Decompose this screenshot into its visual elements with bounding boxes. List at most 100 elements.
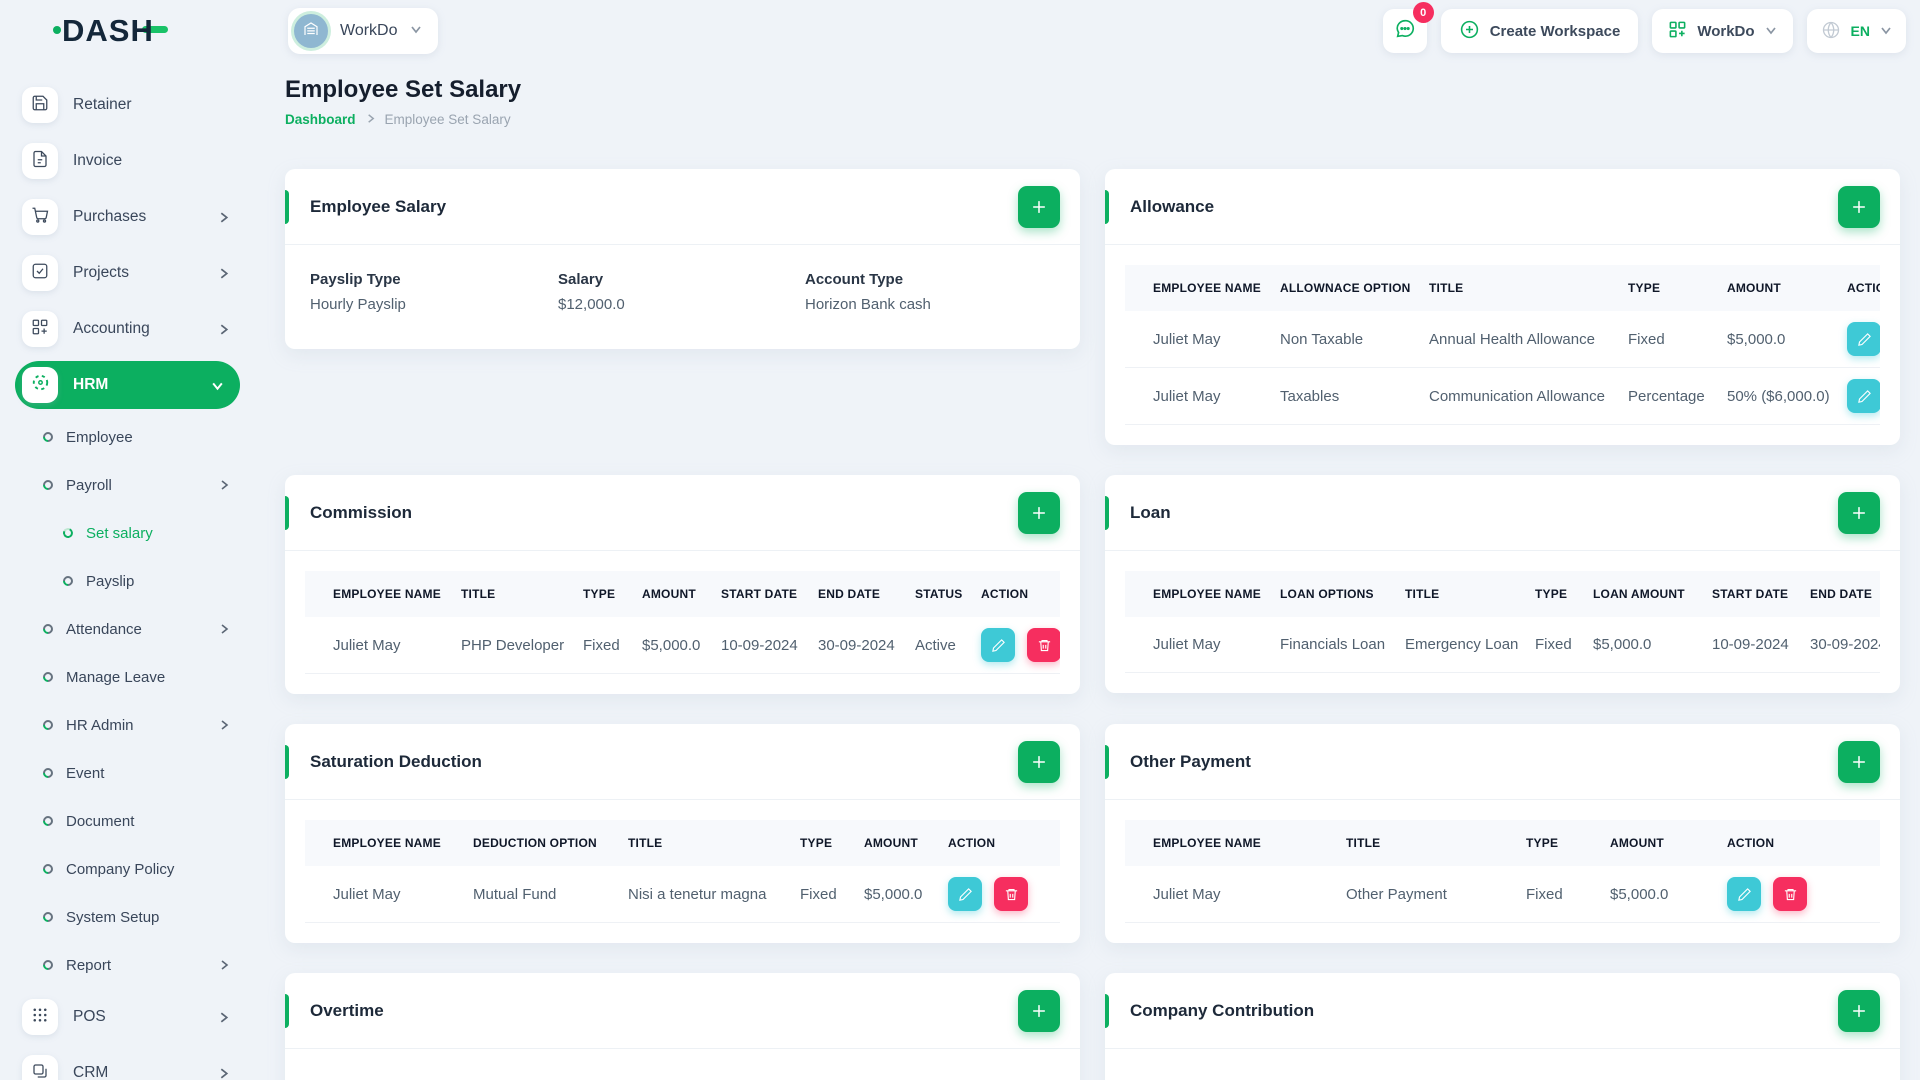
- chevron-down-icon: [211, 379, 224, 392]
- sidebar-item-label: Accounting: [73, 320, 150, 337]
- card-title: Other Payment: [1130, 751, 1251, 771]
- app-switcher-button[interactable]: WorkDo: [1652, 9, 1793, 53]
- edit-button[interactable]: [948, 877, 982, 911]
- sidebar-item-company-policy[interactable]: Company Policy: [0, 845, 260, 893]
- bullet-icon: [40, 861, 56, 877]
- commission-card: Commission EMPLOYEE NAME TITLE TYPE AMOU…: [285, 475, 1080, 694]
- sidebar-item-label: Invoice: [73, 152, 123, 169]
- add-commission-button[interactable]: [1018, 491, 1060, 534]
- commission-table: EMPLOYEE NAME TITLE TYPE AMOUNT START DA…: [305, 571, 1060, 674]
- chevron-right-icon: [218, 959, 230, 971]
- sidebar-item-invoice[interactable]: Invoice: [0, 133, 260, 189]
- card-title: Overtime: [310, 1000, 384, 1020]
- delete-button[interactable]: [1773, 877, 1808, 911]
- edit-button[interactable]: [981, 628, 1015, 662]
- sidebar-item-projects[interactable]: Projects: [0, 245, 260, 301]
- sidebar-item-crm[interactable]: CRM: [0, 1045, 260, 1080]
- delete-button[interactable]: [1027, 628, 1060, 662]
- globe-icon: [1821, 20, 1841, 43]
- check-square-icon: [31, 262, 49, 285]
- table-row: Juliet May Non Taxable Annual Health All…: [1125, 311, 1880, 368]
- add-overtime-button[interactable]: [1018, 989, 1060, 1032]
- topbar: WorkDo 0 Create Workspace WorkDo EN: [260, 0, 1920, 62]
- sidebar-item-label: HRM: [73, 376, 109, 393]
- table-row: Juliet May PHP Developer Fixed $5,000.0 …: [305, 617, 1060, 674]
- table-row: Juliet May Financials Loan Emergency Loa…: [1125, 617, 1880, 673]
- sidebar-menu: Retainer Invoice Purchases Projects Acco…: [0, 62, 260, 1080]
- field-value: $12,000.0: [558, 296, 625, 313]
- sidebar-item-system-setup[interactable]: System Setup: [0, 893, 260, 941]
- card-title: Commission: [310, 502, 413, 522]
- sidebar-item-payroll[interactable]: Payroll: [0, 461, 260, 509]
- edit-button[interactable]: [1727, 877, 1761, 911]
- card-title: Loan: [1130, 502, 1171, 522]
- edit-button[interactable]: [1847, 322, 1880, 356]
- add-company-contribution-button[interactable]: [1838, 989, 1880, 1032]
- topbar-actions: 0 Create Workspace WorkDo EN: [1382, 2, 1906, 53]
- sidebar-item-purchases[interactable]: Purchases: [0, 189, 260, 245]
- card-title: Saturation Deduction: [310, 751, 482, 771]
- breadcrumb: Dashboard Employee Set Salary: [285, 112, 1895, 127]
- create-workspace-button[interactable]: Create Workspace: [1440, 9, 1639, 53]
- invoice-icon: [31, 150, 49, 173]
- sidebar-item-label: Retainer: [73, 96, 132, 113]
- field-label: Account Type: [805, 271, 904, 288]
- edit-button[interactable]: [1847, 379, 1880, 413]
- page-title: Employee Set Salary: [285, 76, 522, 103]
- workspace-avatar: [294, 14, 328, 48]
- cards-grid: Employee Salary Payslip Type Hourly Pays…: [285, 169, 1900, 1080]
- sidebar-item-label: Projects: [73, 264, 129, 281]
- overtime-card: Overtime: [285, 973, 1080, 1080]
- logo-wordmark: DASH: [62, 13, 154, 48]
- sidebar-item-hrm[interactable]: HRM: [15, 361, 240, 409]
- add-loan-button[interactable]: [1838, 491, 1880, 534]
- messages-badge: 0: [1412, 2, 1434, 23]
- sidebar-item-manage-leave[interactable]: Manage Leave: [0, 653, 260, 701]
- bullet-icon: [40, 669, 56, 685]
- grid-plus-icon: [31, 318, 49, 341]
- sidebar-item-report[interactable]: Report: [0, 941, 260, 989]
- crm-icon: [31, 1062, 49, 1080]
- sidebar-item-employee[interactable]: Employee: [0, 413, 260, 461]
- add-employee-salary-button[interactable]: [1018, 185, 1060, 228]
- sidebar-item-attendance[interactable]: Attendance: [0, 605, 260, 653]
- chevron-down-icon: [1880, 23, 1892, 39]
- sidebar-item-payslip[interactable]: Payslip: [0, 557, 260, 605]
- sidebar-item-event[interactable]: Event: [0, 749, 260, 797]
- language-selector[interactable]: EN: [1806, 9, 1906, 53]
- app-logo[interactable]: DASH: [0, 0, 260, 62]
- card-title: Allowance: [1130, 196, 1215, 216]
- sidebar-item-accounting[interactable]: Accounting: [0, 301, 260, 357]
- logo-dot: [53, 26, 61, 34]
- table-row: Juliet May Mutual Fund Nisi a tenetur ma…: [305, 866, 1060, 923]
- sidebar-item-hr-admin[interactable]: HR Admin: [0, 701, 260, 749]
- card-title: Company Contribution: [1130, 1000, 1315, 1020]
- sidebar-item-label: POS: [73, 1008, 106, 1025]
- add-other-payment-button[interactable]: [1838, 740, 1880, 783]
- sidebar-item-document[interactable]: Document: [0, 797, 260, 845]
- cart-icon: [31, 206, 49, 229]
- add-saturation-deduction-button[interactable]: [1018, 740, 1060, 783]
- save-icon: [31, 94, 49, 117]
- chevron-right-icon: [218, 479, 230, 491]
- sidebar-item-set-salary[interactable]: Set salary: [0, 509, 260, 557]
- card-title: Employee Salary: [310, 196, 447, 216]
- workspace-name: WorkDo: [340, 22, 398, 39]
- bullet-icon: [40, 957, 56, 973]
- sidebar-item-pos[interactable]: POS: [0, 989, 260, 1045]
- allowance-table: EMPLOYEE NAME ALLOWNACE OPTION TITLE TYP…: [1125, 265, 1880, 425]
- bullet-icon: [40, 717, 56, 733]
- building-icon: [302, 20, 320, 43]
- delete-button[interactable]: [994, 877, 1029, 911]
- breadcrumb-dashboard-link[interactable]: Dashboard: [285, 112, 356, 127]
- sidebar-item-retainer[interactable]: Retainer: [0, 77, 260, 133]
- bullet-icon: [61, 526, 75, 540]
- add-allowance-button[interactable]: [1838, 185, 1880, 228]
- table-row: Juliet May Other Payment Fixed $5,000.0: [1125, 866, 1880, 923]
- plus-circle-icon: [1459, 19, 1480, 44]
- other-payment-table: EMPLOYEE NAME TITLE TYPE AMOUNT ACTION J…: [1125, 820, 1880, 923]
- employee-salary-card: Employee Salary Payslip Type Hourly Pays…: [285, 169, 1080, 349]
- loan-table: EMPLOYEE NAME LOAN OPTIONS TITLE TYPE LO…: [1125, 571, 1880, 673]
- messages-button[interactable]: 0: [1382, 2, 1434, 53]
- workspace-selector[interactable]: WorkDo: [288, 8, 438, 54]
